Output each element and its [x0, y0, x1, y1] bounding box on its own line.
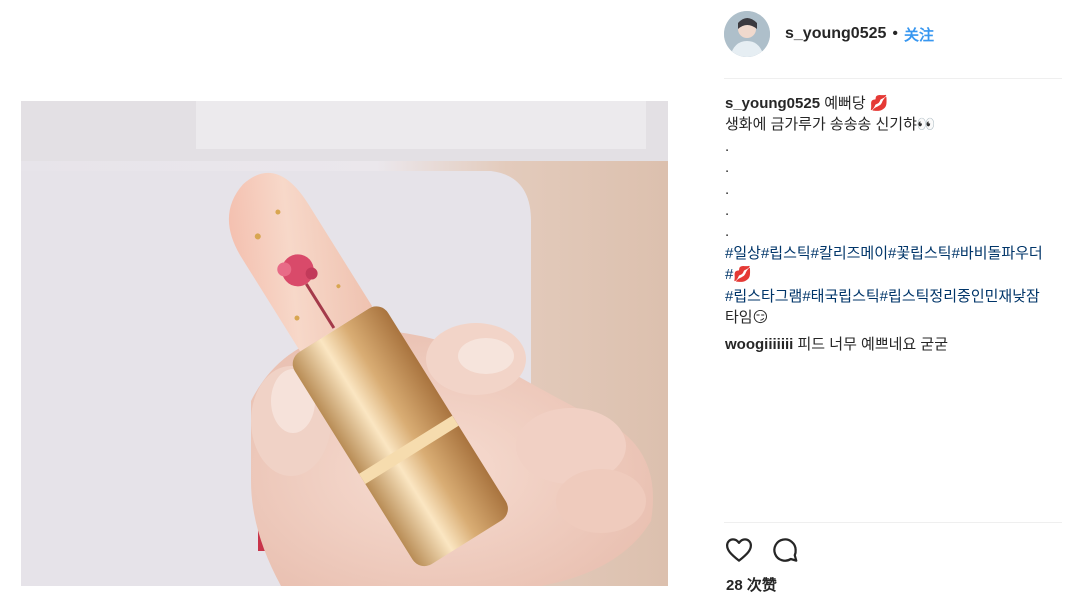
user-avatar[interactable] [724, 11, 770, 57]
follow-button[interactable]: 关注 [904, 24, 934, 45]
caption-dot: . [725, 223, 730, 241]
avatar-icon [724, 11, 770, 57]
post-username[interactable]: s_young0525 [785, 25, 886, 43]
caption-dot: . [725, 159, 730, 177]
divider [724, 522, 1062, 523]
separator-dot: • [892, 25, 898, 42]
hashtag-link[interactable]: #💋 [725, 264, 1063, 285]
comment-text: 피드 너무 예쁘네요 굳굳 [797, 336, 949, 353]
hashtag-link[interactable]: #립스타그램#태국립스틱#립스틱정리중인민재낮잠 [725, 286, 1063, 307]
lipstick-photo-image [21, 101, 668, 586]
heart-icon[interactable] [724, 535, 754, 565]
caption-dot: . [725, 202, 730, 220]
post-photo[interactable] [21, 101, 668, 586]
caption-username[interactable]: s_young0525 [725, 95, 820, 112]
caption-dot: . [725, 180, 730, 198]
post-caption: s_young0525 예뻐당 💋 생화에 금가루가 송송송 신기햐👀 . . … [725, 93, 1063, 328]
post-header: s_young0525 • 关注 [724, 9, 1064, 59]
post-details-panel: s_young0525 • 关注 s_young0525 예뻐당 💋 생화에 금… [724, 0, 1064, 597]
hashtag-link[interactable]: #일상#립스틱#칼리즈메이#꽃립스틱#바비돌파우더 [725, 243, 1063, 264]
post-actions [724, 535, 800, 565]
caption-line: 타임😏 [725, 309, 769, 327]
instagram-post: s_young0525 • 关注 s_young0525 예뻐당 💋 생화에 금… [0, 0, 1080, 597]
comment-username[interactable]: woogiiiiiii [725, 336, 793, 353]
divider [724, 78, 1062, 79]
caption-dot: . [725, 137, 730, 155]
caption-line: 생화에 금가루가 송송송 신기햐👀 [725, 116, 936, 134]
comment-item: woogiiiiiii 피드 너무 예쁘네요 굳굳 [725, 334, 1063, 355]
like-count[interactable]: 28 次赞 [726, 574, 777, 595]
comment-bubble-icon[interactable] [770, 535, 800, 565]
caption-first-line: 예뻐당 💋 [824, 95, 889, 112]
